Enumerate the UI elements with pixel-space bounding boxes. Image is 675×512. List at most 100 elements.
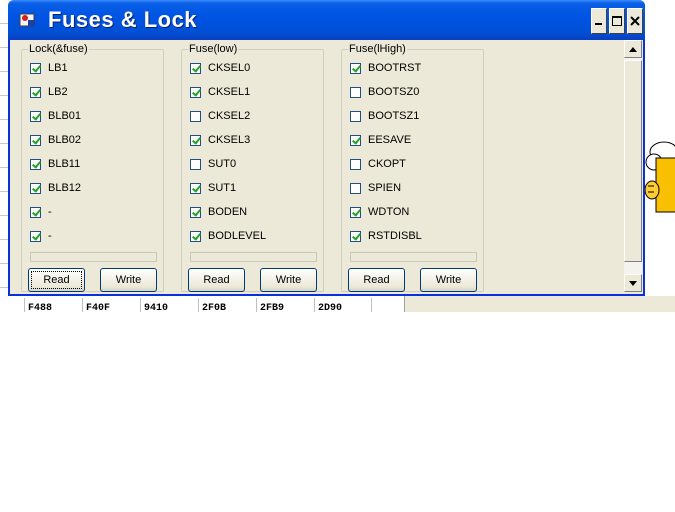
checkbox-label: LB2 (48, 86, 68, 98)
checkbox-label: SUT0 (208, 158, 237, 170)
hex-cell: F488 (24, 298, 82, 312)
checkbox[interactable] (30, 86, 41, 98)
hex-cell: 2F0B (198, 298, 256, 312)
checkbox-label: BLB02 (48, 134, 82, 146)
checkbox-bootsz0[interactable]: BOOTSZ0 (350, 84, 419, 100)
vertical-scrollbar[interactable] (624, 40, 642, 292)
checkbox[interactable] (350, 230, 361, 242)
checkbox-label: CKSEL3 (208, 134, 251, 146)
checkbox[interactable] (30, 110, 41, 122)
checkbox[interactable] (30, 62, 41, 74)
minimize-icon (595, 23, 602, 25)
group-title: Fuse(low) (188, 43, 239, 56)
checkbox-blb02[interactable]: BLB02 (30, 132, 81, 148)
checkbox-ckopt[interactable]: CKOPT (350, 156, 406, 172)
checkbox-unused-2[interactable]: - (30, 228, 52, 244)
checkbox[interactable] (30, 206, 41, 218)
group-title: Fuse(lHigh) (348, 43, 407, 56)
checkbox-label: CKSEL1 (208, 86, 251, 98)
checkbox[interactable] (350, 182, 361, 194)
beer-mug-mascot-icon (644, 141, 675, 213)
arrow-down-icon (629, 280, 637, 286)
checkbox[interactable] (30, 230, 41, 242)
checkbox-bootrst[interactable]: BOOTRST (350, 60, 421, 76)
checkbox-cksel3[interactable]: CKSEL3 (190, 132, 250, 148)
checkbox[interactable] (30, 182, 41, 194)
fuses-lock-window: Fuses & Lock Lock(&fuse) LB1 LB2 BLB01 B… (8, 0, 645, 296)
checkbox[interactable] (190, 230, 201, 242)
checkbox-blb01[interactable]: BLB01 (30, 108, 81, 124)
close-button[interactable] (627, 8, 643, 34)
checkbox-cksel0[interactable]: CKSEL0 (190, 60, 250, 76)
scroll-down-button[interactable] (624, 274, 642, 292)
hex-cell: 2FB9 (256, 298, 314, 312)
checkbox-label: BODLEVEL (208, 230, 267, 242)
background-panel (404, 296, 675, 312)
fuse-high-write-button[interactable]: Write (420, 268, 477, 292)
checkbox[interactable] (190, 206, 201, 218)
checkbox-cksel2[interactable]: CKSEL2 (190, 108, 250, 124)
checkbox-label: SPIEN (368, 182, 402, 194)
checkbox-label: SUT1 (208, 182, 237, 194)
checkbox-boden[interactable]: BODEN (190, 204, 247, 220)
arrow-up-icon (629, 46, 637, 52)
checkbox[interactable] (350, 206, 361, 218)
checkbox[interactable] (350, 134, 361, 146)
checkbox-rstdisbl[interactable]: RSTDISBL (350, 228, 422, 244)
checkbox-bodlevel[interactable]: BODLEVEL (190, 228, 266, 244)
checkbox[interactable] (30, 134, 41, 146)
checkbox[interactable] (190, 86, 201, 98)
checkbox[interactable] (190, 182, 201, 194)
checkbox[interactable] (350, 110, 361, 122)
checkbox-spien[interactable]: SPIEN (350, 180, 401, 196)
fuse-high-group: Fuse(lHigh) BOOTRST BOOTSZ0 BOOTSZ1 EESA… (341, 43, 484, 292)
checkbox-label: CKSEL0 (208, 62, 251, 74)
checkbox[interactable] (190, 134, 201, 146)
checkbox-label: BOOTRST (368, 62, 422, 74)
checkbox[interactable] (190, 62, 201, 74)
checkbox-label: BLB12 (48, 182, 82, 194)
minimize-button[interactable] (591, 8, 607, 34)
background-divider (404, 296, 405, 312)
checkbox-sut0[interactable]: SUT0 (190, 156, 236, 172)
title-bar[interactable]: Fuses & Lock (8, 0, 645, 40)
checkbox-unused-1[interactable]: - (30, 204, 52, 220)
fuse-low-write-button[interactable]: Write (260, 268, 317, 292)
hex-cell: 2D90 (314, 298, 372, 312)
lock-read-button[interactable]: Read (28, 268, 85, 292)
checkbox[interactable] (350, 62, 361, 74)
checkbox-label: BLB11 (48, 158, 81, 170)
lock-write-button[interactable]: Write (100, 268, 157, 292)
checkbox-label: RSTDISBL (368, 230, 422, 242)
scroll-up-button[interactable] (624, 40, 642, 58)
progress-bar (350, 252, 477, 262)
checkbox-cksel1[interactable]: CKSEL1 (190, 84, 250, 100)
checkbox-label: BOOTSZ1 (368, 110, 420, 122)
fuse-high-read-button[interactable]: Read (348, 268, 405, 292)
checkbox-eesave[interactable]: EESAVE (350, 132, 411, 148)
checkbox[interactable] (350, 158, 361, 170)
checkbox[interactable] (190, 110, 201, 122)
scrollbar-thumb[interactable] (624, 60, 642, 262)
checkbox-blb12[interactable]: BLB12 (30, 180, 81, 196)
checkbox[interactable] (350, 86, 361, 98)
checkbox-wdton[interactable]: WDTON (350, 204, 409, 220)
app-icon (19, 13, 35, 27)
checkbox-lb2[interactable]: LB2 (30, 84, 68, 100)
hex-cell: 9410 (140, 298, 198, 312)
checkbox[interactable] (30, 158, 41, 170)
checkbox-label: EESAVE (368, 134, 412, 146)
lock-fuse-group: Lock(&fuse) LB1 LB2 BLB01 BLB02 BLB11 BL… (21, 43, 164, 292)
checkbox-blb11[interactable]: BLB11 (30, 156, 80, 172)
progress-bar (30, 252, 157, 262)
fuse-low-read-button[interactable]: Read (188, 268, 245, 292)
checkbox[interactable] (190, 158, 201, 170)
checkbox-label: LB1 (48, 62, 68, 74)
maximize-button[interactable] (609, 8, 625, 34)
checkbox-label: CKSEL2 (208, 110, 251, 122)
checkbox-sut1[interactable]: SUT1 (190, 180, 236, 196)
close-icon (630, 16, 640, 26)
checkbox-bootsz1[interactable]: BOOTSZ1 (350, 108, 419, 124)
checkbox-label: BODEN (208, 206, 248, 218)
checkbox-lb1[interactable]: LB1 (30, 60, 68, 76)
